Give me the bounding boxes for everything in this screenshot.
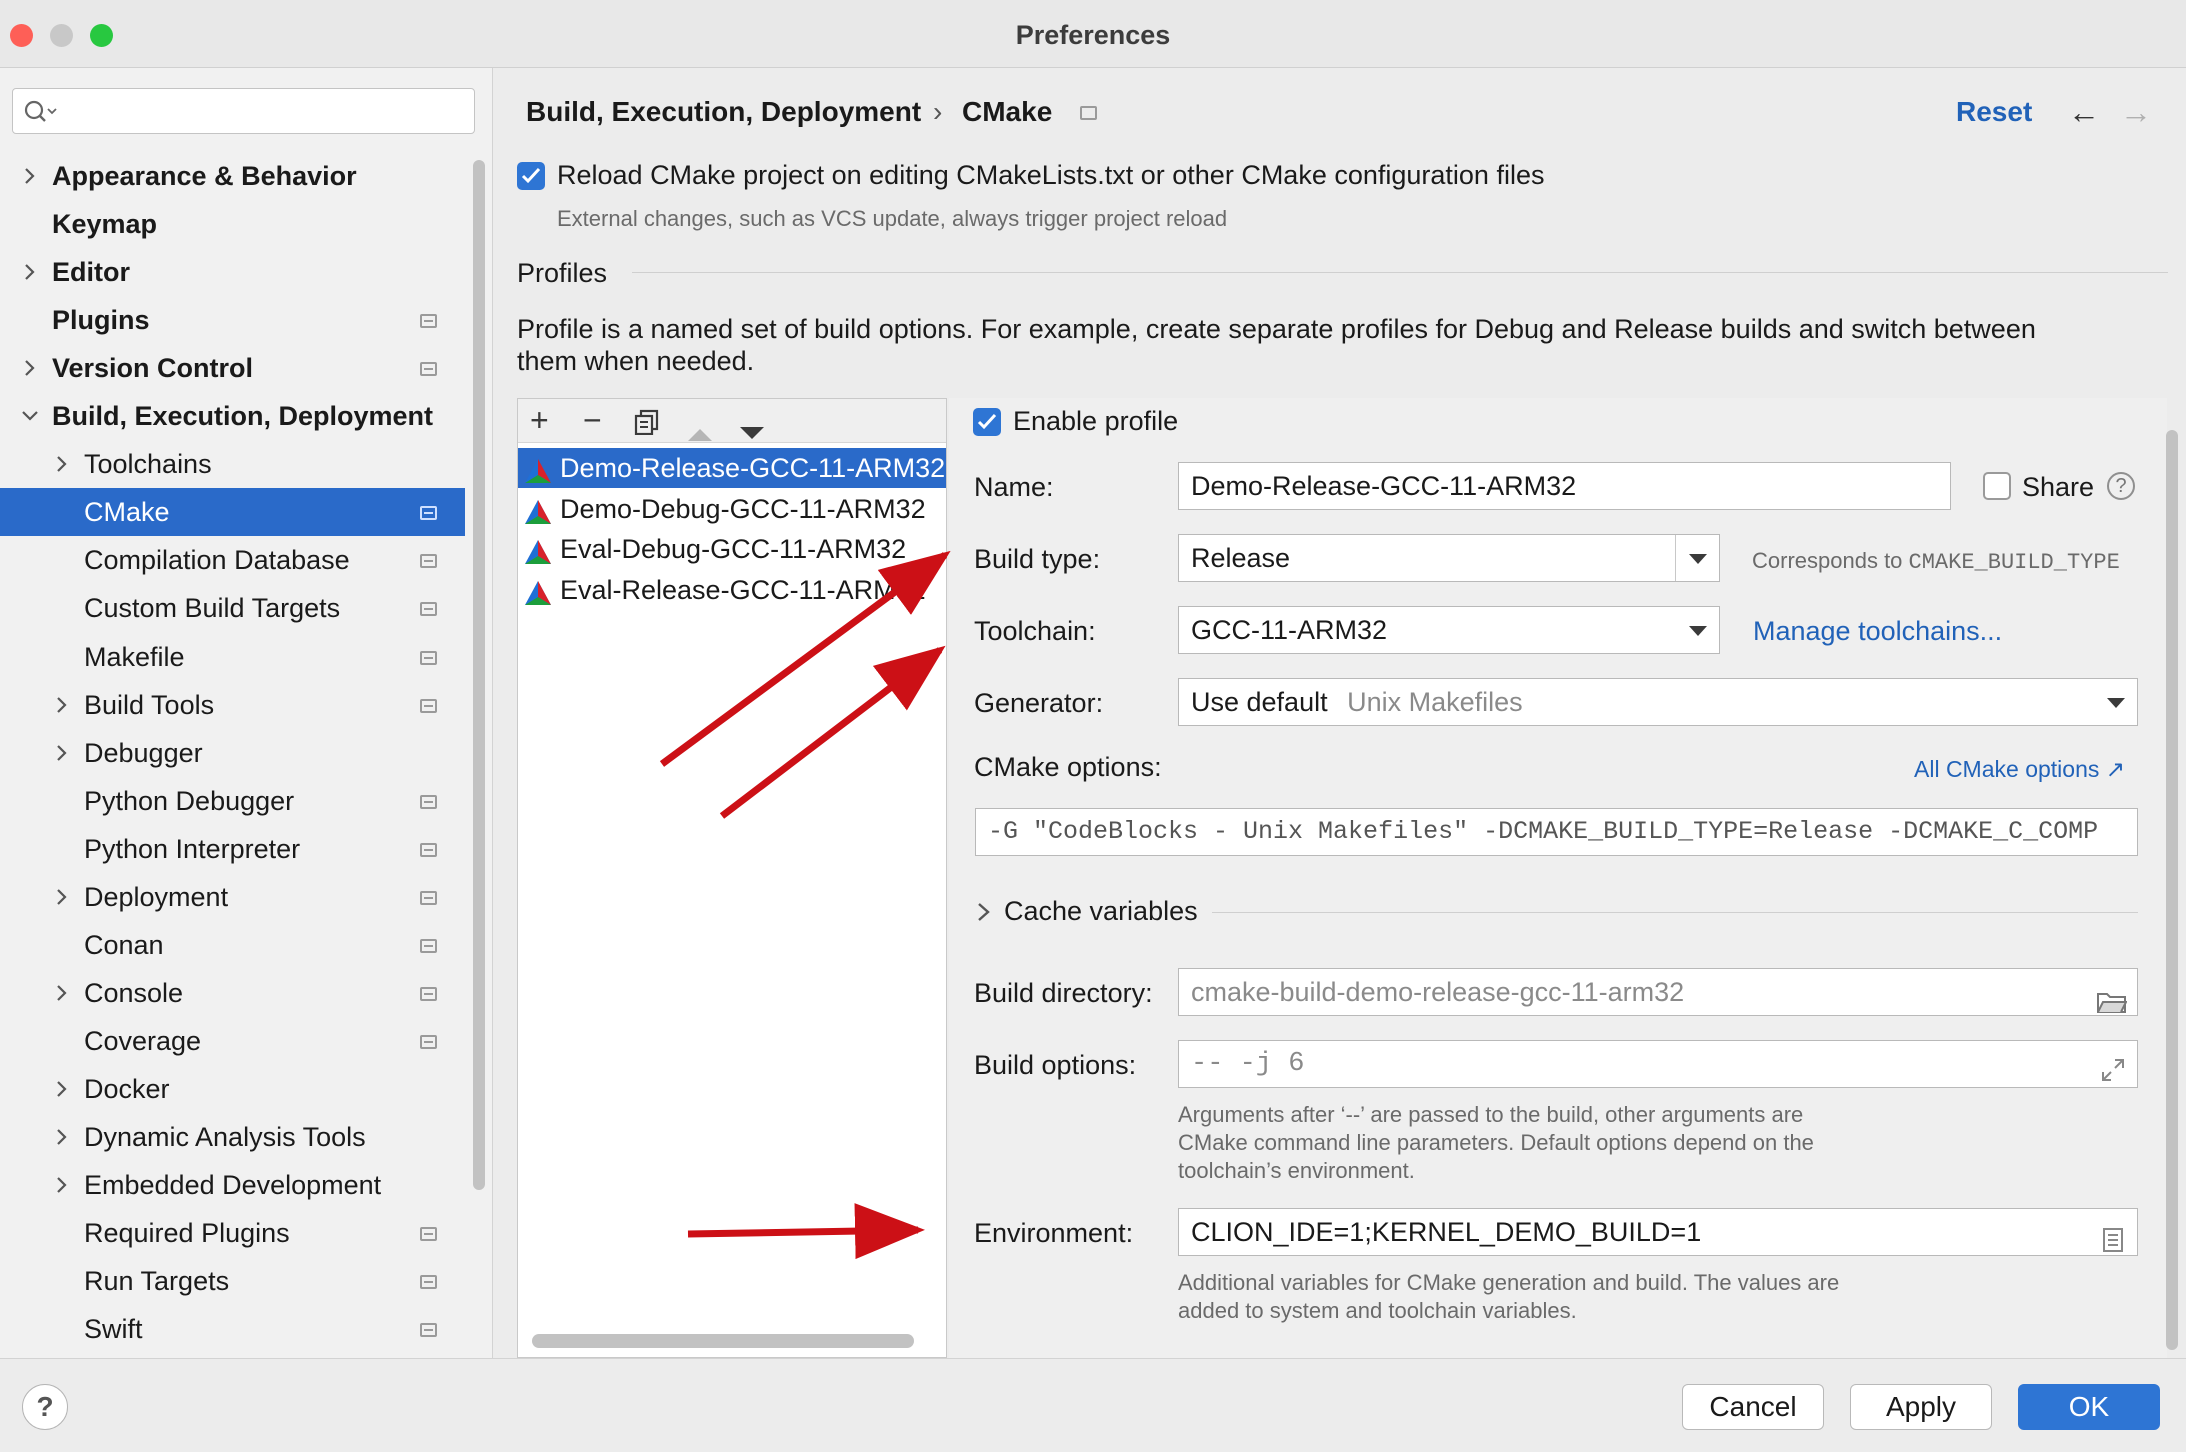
help-button[interactable]: ? [22, 1384, 68, 1430]
annotation-arrow-environment [687, 1203, 925, 1260]
apply-button[interactable]: Apply [1850, 1384, 1992, 1430]
annotation-arrow-build-type [659, 550, 951, 767]
ok-button[interactable]: OK [2018, 1384, 2160, 1430]
cancel-button[interactable]: Cancel [1682, 1384, 1824, 1430]
annotation-arrow-toolchain [719, 645, 946, 819]
annotation-arrows [659, 550, 951, 1260]
